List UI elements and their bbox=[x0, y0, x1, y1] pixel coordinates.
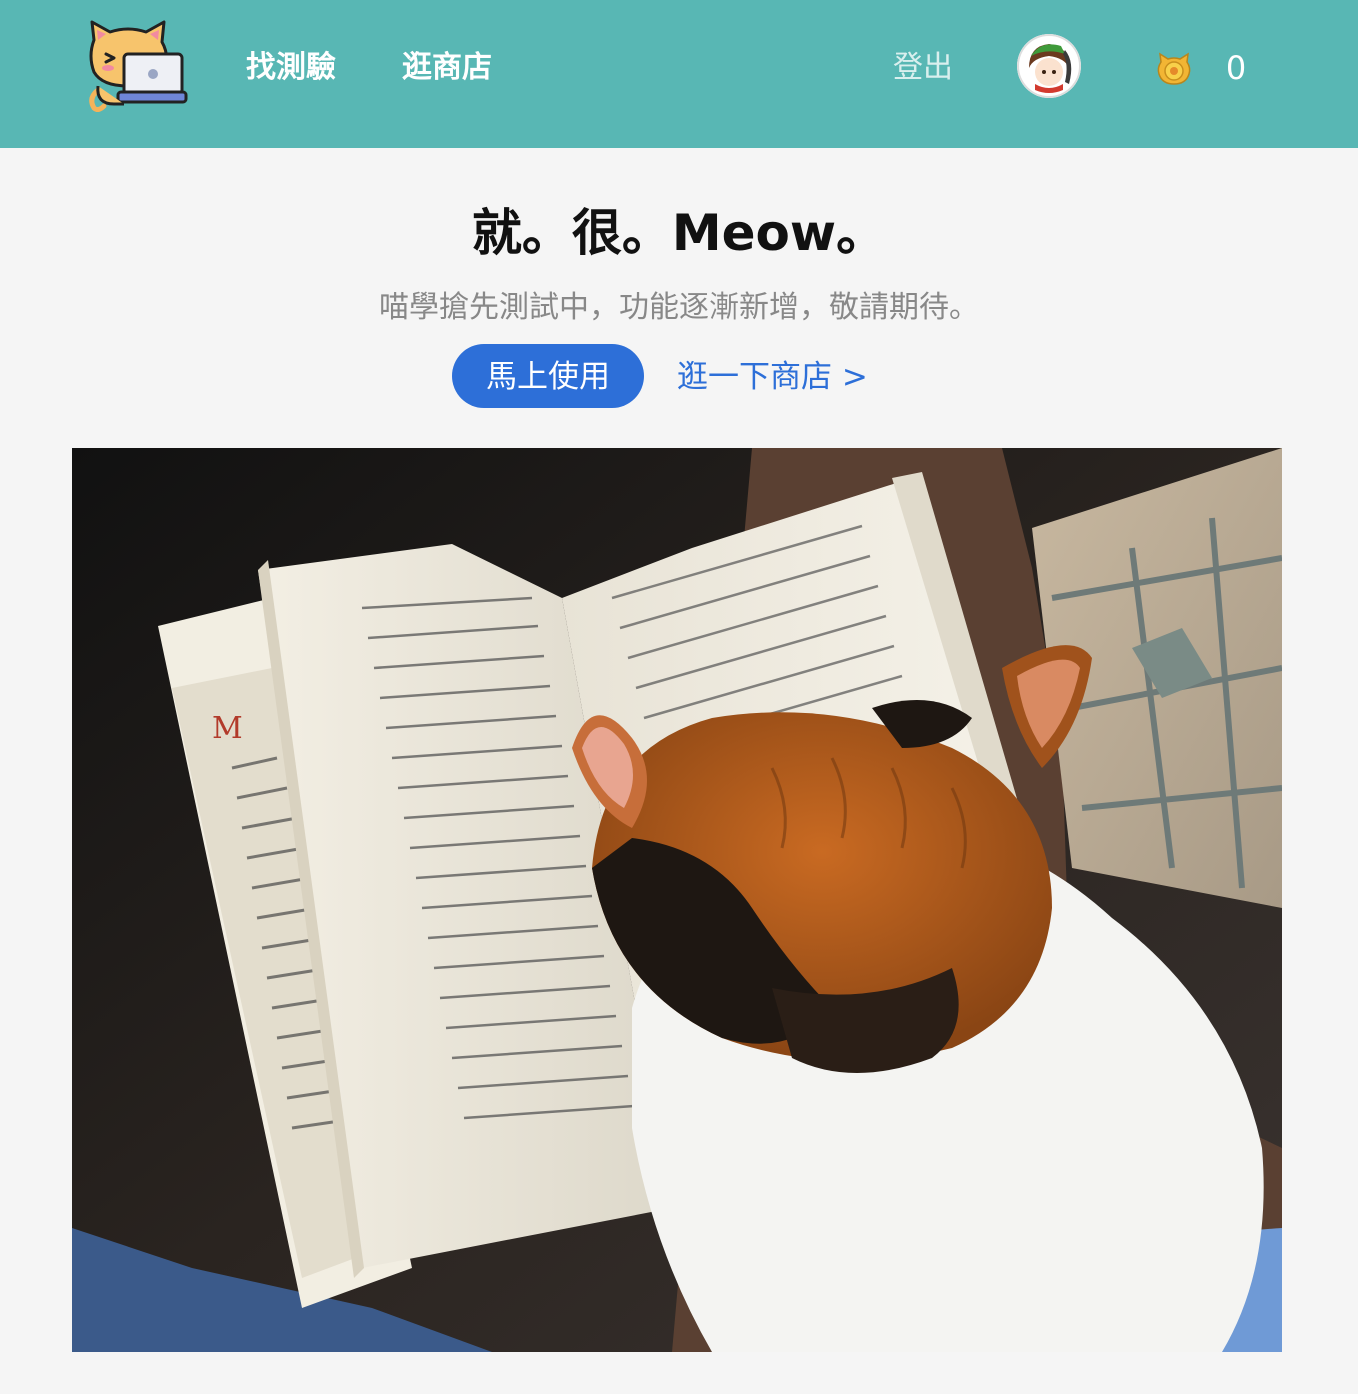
browse-shop-link[interactable]: 逛一下商店 > bbox=[677, 356, 868, 398]
user-avatar[interactable] bbox=[1017, 34, 1081, 98]
avatar-illustration bbox=[1017, 34, 1081, 98]
nav-find-quiz[interactable]: 找測驗 bbox=[246, 48, 336, 88]
hero-title: 就。很。Meow。 bbox=[471, 204, 887, 262]
hero-subtitle: 喵學搶先測試中，功能逐漸新增，敬請期待。 bbox=[379, 290, 979, 325]
nav-shop[interactable]: 逛商店 bbox=[402, 48, 492, 88]
cat-laptop-logo[interactable] bbox=[84, 20, 190, 112]
navbar: 找測驗 逛商店 登出 0 bbox=[0, 0, 1358, 148]
cat-coin-icon bbox=[1157, 52, 1191, 85]
svg-text:M: M bbox=[212, 711, 243, 746]
hero-image: M bbox=[72, 448, 1282, 1352]
start-now-button[interactable]: 馬上使用 bbox=[452, 344, 644, 408]
calico-cat-reading-book-photo: M bbox=[72, 448, 1282, 1352]
logout-link[interactable]: 登出 bbox=[893, 48, 953, 88]
coin-count: 0 bbox=[1225, 49, 1247, 87]
